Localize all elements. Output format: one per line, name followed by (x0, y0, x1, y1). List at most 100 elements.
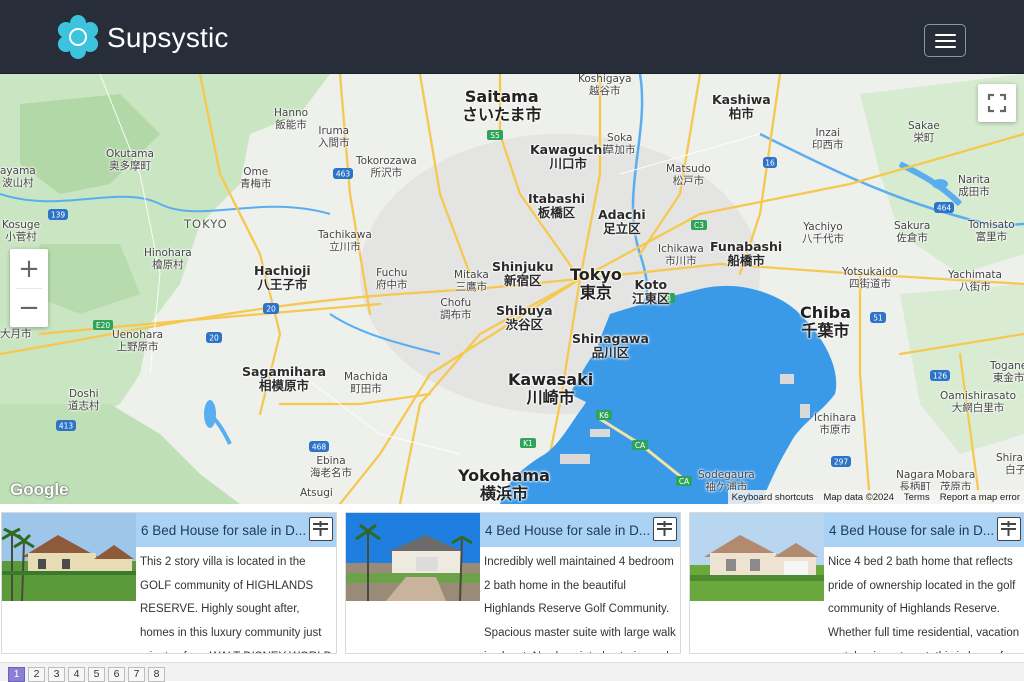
map-label: Adachi 足立区 (598, 207, 646, 236)
keyboard-shortcuts-link[interactable]: Keyboard shortcuts (732, 492, 814, 503)
listing-card[interactable]: 4 Bed House for sale in D... Nice 4 bed … (689, 512, 1024, 654)
map-label: Matsudo 松戸市 (666, 163, 711, 187)
page-button-4[interactable]: 4 (68, 667, 85, 682)
map-label: Inzai 印西市 (812, 127, 844, 151)
map-label: Ebina 海老名市 (310, 455, 352, 479)
svg-text:126: 126 (933, 372, 948, 381)
map-label: Togane 東金市 (990, 360, 1024, 384)
map-label: Fuchu 府中市 (376, 267, 408, 291)
map-label: Mitaka 三鷹市 (454, 269, 489, 293)
svg-text:16: 16 (765, 159, 775, 168)
map-label: Doshi 道志村 (68, 388, 100, 412)
page-button-1[interactable]: 1 (8, 667, 25, 682)
listing-filter-button[interactable] (997, 517, 1021, 541)
map-label: 大月市 (0, 328, 32, 340)
map-label: Machida 町田市 (344, 371, 388, 395)
page-button-3[interactable]: 3 (48, 667, 65, 682)
terms-link[interactable]: Terms (904, 492, 930, 503)
listing-filter-button[interactable] (653, 517, 677, 541)
map-label: Itabashi 板橋区 (528, 191, 586, 220)
svg-text:20: 20 (266, 305, 276, 314)
page-button-8[interactable]: 8 (148, 667, 165, 682)
map-label: Kawaguchi 川口市 (530, 142, 607, 171)
pagination: 1 2 3 4 5 6 7 8 (0, 662, 1024, 682)
listing-description: Incredibly well maintained 4 bedroom 2 b… (484, 556, 676, 653)
map-label: Yotsukaido 四街道市 (842, 266, 899, 290)
map-label: Tachikawa 立川市 (318, 229, 372, 253)
map-label: Atsugi (300, 487, 333, 499)
map-label: Hanno 飯能市 (274, 107, 309, 131)
zoom-in-button[interactable]: + (10, 249, 48, 288)
map-label: Koshigaya 越谷市 (578, 74, 632, 97)
listing-card[interactable]: 4 Bed House for sale in D... Incredibly … (345, 512, 681, 654)
listing-header: 6 Bed House for sale in D... (136, 513, 336, 547)
listing-photo[interactable] (2, 513, 136, 601)
listing-header: 4 Bed House for sale in D... (480, 513, 680, 547)
map-canvas[interactable]: S5 16 139 463 C3 464 20 E20 20 B 51 126 … (0, 74, 1024, 504)
map-label: Shinjuku 新宿区 (492, 259, 554, 288)
map-label: Saitama さいたま市 (462, 87, 542, 124)
filter-sliders-icon (313, 521, 328, 536)
listing-card[interactable]: 6 Bed House for sale in D... This 2 stor… (1, 512, 337, 654)
map-label: Hinohara 檜原村 (144, 247, 192, 271)
map-label: Shirako 白子 (996, 452, 1024, 476)
svg-text:51: 51 (873, 314, 883, 323)
map-attribution: Keyboard shortcuts Map data ©2024 Terms … (727, 490, 1024, 504)
map-label: Oamishirasato 大網白里市 (940, 390, 1017, 414)
listing-photo[interactable] (690, 513, 824, 601)
svg-text:468: 468 (312, 443, 327, 452)
fullscreen-button[interactable] (978, 84, 1016, 122)
report-map-error-link[interactable]: Report a map error (940, 492, 1020, 503)
svg-text:CA: CA (679, 477, 690, 486)
map-label: Funabashi 船橋市 (710, 239, 783, 268)
page-button-6[interactable]: 6 (108, 667, 125, 682)
map-data-credit: Map data ©2024 (823, 491, 894, 503)
gear-flower-icon[interactable] (56, 15, 100, 59)
svg-text:463: 463 (336, 170, 351, 179)
listing-description: This 2 story villa is located in the GOL… (140, 556, 332, 653)
listing-title[interactable]: 4 Bed House for sale in D... (485, 523, 651, 538)
hamburger-line (935, 46, 956, 48)
listing-title[interactable]: 6 Bed House for sale in D... (141, 523, 307, 538)
map-label: Yachimata 八街市 (948, 269, 1002, 293)
zoom-out-button[interactable]: − (10, 288, 48, 327)
map-label: Tokyo 東京 (570, 265, 622, 302)
map-label: Ichikawa 市川市 (658, 243, 704, 267)
zoom-control: + − (10, 249, 48, 327)
svg-text:CA: CA (635, 441, 646, 450)
map-label: Chofu 調布市 (440, 297, 472, 321)
svg-text:C3: C3 (694, 221, 704, 230)
svg-text:413: 413 (59, 422, 74, 431)
map-label: Sakura 佐倉市 (894, 220, 931, 244)
map-label: Sakae 栄町 (908, 120, 940, 144)
map-label: Uenohara 上野原市 (112, 329, 164, 353)
map-label: Shibuya 渋谷区 (496, 303, 553, 332)
map-label: Tomisato 富里市 (968, 219, 1015, 243)
listing-filter-button[interactable] (309, 517, 333, 541)
map-label: Shinagawa 品川区 (572, 331, 649, 360)
map-label: Ichihara 市原市 (814, 412, 857, 436)
brand-name[interactable]: Supsystic (107, 22, 229, 54)
menu-toggle-button[interactable] (924, 24, 966, 57)
map-label: Tokorozawa 所沢市 (356, 155, 417, 179)
page-button-2[interactable]: 2 (28, 667, 45, 682)
listing-photo[interactable] (346, 513, 480, 601)
svg-text:K1: K1 (523, 439, 533, 448)
top-navbar: Supsystic (0, 0, 1024, 74)
map-label: TOKYO (184, 217, 228, 231)
page-button-5[interactable]: 5 (88, 667, 105, 682)
map-label: Narita 成田市 (958, 174, 991, 198)
hamburger-line (935, 40, 956, 42)
svg-text:S5: S5 (490, 131, 500, 140)
map-label: Iruma 入間市 (318, 125, 350, 149)
listing-title[interactable]: 4 Bed House for sale in D... (829, 523, 995, 538)
map-label: ayama 波山村 (0, 165, 36, 189)
map-label: Hachioji 八王子市 (254, 263, 311, 292)
map-label: Kashiwa 柏市 (712, 92, 771, 121)
svg-text:297: 297 (834, 458, 849, 467)
google-logo[interactable]: Google (10, 480, 69, 500)
svg-text:20: 20 (209, 334, 219, 343)
listing-header: 4 Bed House for sale in D... (824, 513, 1024, 547)
page-button-7[interactable]: 7 (128, 667, 145, 682)
map-label: Soka 草加市 (604, 132, 636, 156)
